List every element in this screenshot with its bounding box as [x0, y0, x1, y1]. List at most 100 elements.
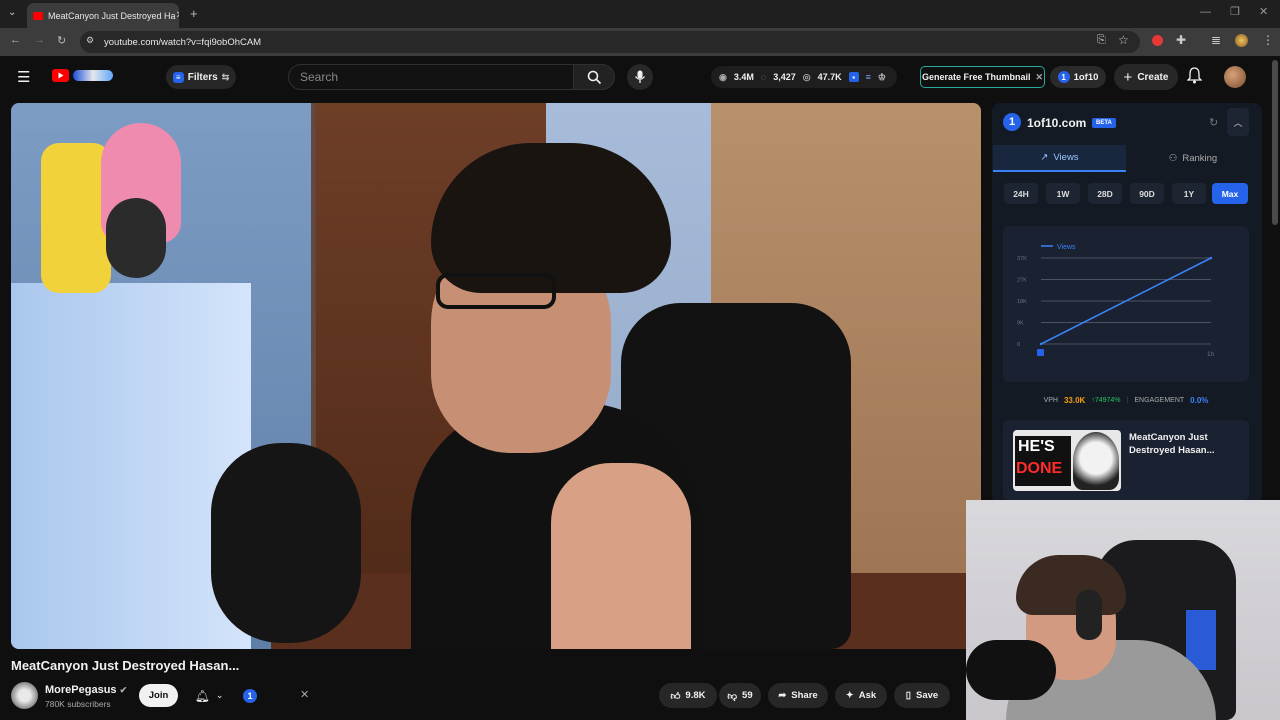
close-icon[interactable]: ✕: [1035, 72, 1043, 83]
views-icon: ◉: [719, 71, 727, 82]
filters-label: Filters: [187, 71, 218, 83]
ask-button[interactable]: ✦ Ask: [835, 683, 887, 708]
tab-ranking[interactable]: ⚇ Ranking: [1126, 145, 1260, 172]
search-input[interactable]: Search: [288, 64, 574, 90]
thumbnail-text-top: HE'S: [1018, 438, 1055, 455]
youtube-logo-icon[interactable]: [52, 69, 69, 82]
doodle-logo[interactable]: [73, 70, 113, 81]
share-button[interactable]: ➦ Share: [768, 683, 828, 708]
range-max-button[interactable]: Max: [1212, 183, 1248, 204]
person-arm: [551, 463, 691, 649]
voice-search-button[interactable]: [627, 64, 653, 90]
thumbs-up-icon: 👍︎: [670, 690, 681, 702]
share-label: Share: [791, 690, 818, 701]
oneof10-extension-icon[interactable]: 1: [243, 689, 257, 703]
install-app-icon[interactable]: ⎘: [1097, 34, 1106, 47]
stat-comments: 3,427: [773, 72, 796, 82]
generate-thumbnail-button[interactable]: Generate Free Thumbnail ✕: [920, 66, 1045, 88]
extension-badge-icon[interactable]: ▪: [848, 72, 859, 82]
save-button[interactable]: ▯ Save: [894, 683, 950, 708]
collapse-chevron-icon[interactable]: ︿: [1227, 108, 1249, 136]
person-hair: [1016, 555, 1126, 615]
reload-icon[interactable]: ↻: [57, 34, 66, 47]
url-text: youtube.com/watch?v=fqi9obOhCAM: [104, 36, 262, 48]
like-count: 9.8K: [685, 690, 706, 701]
range-90d-button[interactable]: 90D: [1130, 183, 1164, 204]
oneof10-button[interactable]: 1 1of10: [1050, 66, 1106, 88]
profile-avatar-icon[interactable]: [1235, 34, 1248, 47]
y-tick-label: 0: [1017, 342, 1020, 348]
stat-live: 47.7K: [817, 72, 842, 82]
filter-extension-icon: ≡: [172, 71, 184, 83]
engagement-label: ENGAGEMENT: [1134, 397, 1185, 404]
notifications-bell-icon[interactable]: [1186, 67, 1203, 89]
tab-close-icon[interactable]: ✕: [176, 10, 179, 21]
user-avatar[interactable]: [1224, 66, 1246, 88]
range-1y-button[interactable]: 1Y: [1172, 183, 1206, 204]
channel-name[interactable]: MorePegasus ✔: [45, 684, 127, 696]
video-player[interactable]: [11, 103, 981, 649]
channel-avatar[interactable]: [11, 682, 38, 709]
browser-menu-icon[interactable]: ⋮: [1262, 33, 1274, 47]
plush-toy: [106, 198, 166, 278]
tab-views[interactable]: ↗ Views: [993, 145, 1126, 172]
site-info-icon[interactable]: ⚙: [86, 35, 94, 46]
page-scrollbar[interactable]: [1272, 60, 1278, 225]
search-button[interactable]: [573, 64, 615, 90]
forward-icon[interactable]: →: [34, 34, 45, 46]
create-label: Create: [1137, 71, 1169, 83]
views-chart: Views 0 9K 18K 27K 37K 1h: [1017, 244, 1215, 358]
vph-label: VPH: [1043, 397, 1058, 404]
y-tick-label: 9K: [1017, 321, 1024, 327]
engagement-value: 0.0%: [1190, 396, 1209, 405]
like-button[interactable]: 👍︎ 9.8K: [659, 683, 717, 708]
trophy-icon[interactable]: ♔: [878, 72, 886, 83]
filters-button[interactable]: ≡ Filters ⇆: [166, 65, 236, 89]
list-icon[interactable]: ≡: [866, 72, 871, 82]
browser-tab[interactable]: MeatCanyon Just Destroyed Ha ✕: [27, 3, 179, 28]
data-point: [1039, 342, 1043, 346]
subscription-bell-button[interactable]: 🔔︎ ⌄: [186, 684, 232, 707]
chevron-down-icon: ⌄: [215, 690, 224, 700]
new-tab-icon[interactable]: +: [190, 6, 198, 21]
metrics-row: VPH 33.0K ↑74974% | ENGAGEMENT 0.0%: [1003, 396, 1249, 405]
glasses: [436, 273, 556, 309]
plus-icon: +: [1123, 68, 1133, 86]
create-button[interactable]: + Create: [1114, 64, 1178, 90]
vph-change: ↑74974%: [1091, 397, 1121, 404]
users-icon: ⚇: [1168, 153, 1178, 164]
x-tick-label: 1h: [1207, 351, 1215, 358]
range-1w-button[interactable]: 1W: [1046, 183, 1080, 204]
range-24h-button[interactable]: 24H: [1004, 183, 1038, 204]
address-bar[interactable]: youtube.com/watch?v=fqi9obOhCAM: [80, 31, 1140, 53]
bookmark-star-icon[interactable]: ☆: [1118, 33, 1129, 47]
webcam-overlay: [966, 500, 1280, 720]
extensions-puzzle-icon[interactable]: ✚: [1176, 33, 1186, 47]
stat-views: 3.4M: [733, 72, 754, 82]
trend-icon: ↗: [1040, 152, 1049, 163]
hamburger-menu-icon[interactable]: ☰: [17, 68, 30, 86]
dislike-button[interactable]: 👎︎ 59: [719, 683, 761, 708]
join-button[interactable]: Join: [139, 684, 178, 707]
sliders-icon: ⇆: [221, 71, 230, 82]
tab-ranking-label: Ranking: [1182, 153, 1218, 164]
microphone-icon: [634, 70, 646, 83]
minimize-icon[interactable]: —: [1200, 6, 1211, 18]
legend-label: Views: [1057, 244, 1076, 251]
share-icon: ➦: [778, 690, 787, 701]
thumbs-down-icon: 👎︎: [727, 690, 738, 702]
tab-list-chevron-icon[interactable]: ⌄: [8, 7, 16, 18]
thumbnail-cartoon-face: [1073, 432, 1119, 490]
dislike-count: 59: [742, 690, 753, 701]
y-tick-label: 37K: [1017, 256, 1027, 262]
extension-icon[interactable]: [1152, 35, 1163, 46]
refresh-icon[interactable]: ↻: [1209, 116, 1218, 129]
video-thumbnail[interactable]: HE'S DONE: [1013, 430, 1121, 491]
close-icon[interactable]: ✕: [300, 688, 309, 701]
reading-list-icon[interactable]: ≣: [1211, 33, 1221, 47]
range-28d-button[interactable]: 28D: [1088, 183, 1122, 204]
generate-thumbnail-label: Generate Free Thumbnail: [921, 72, 1031, 82]
window-close-icon[interactable]: ✕: [1259, 5, 1268, 18]
maximize-icon[interactable]: ❐: [1230, 5, 1240, 18]
back-icon[interactable]: ←: [10, 34, 21, 46]
